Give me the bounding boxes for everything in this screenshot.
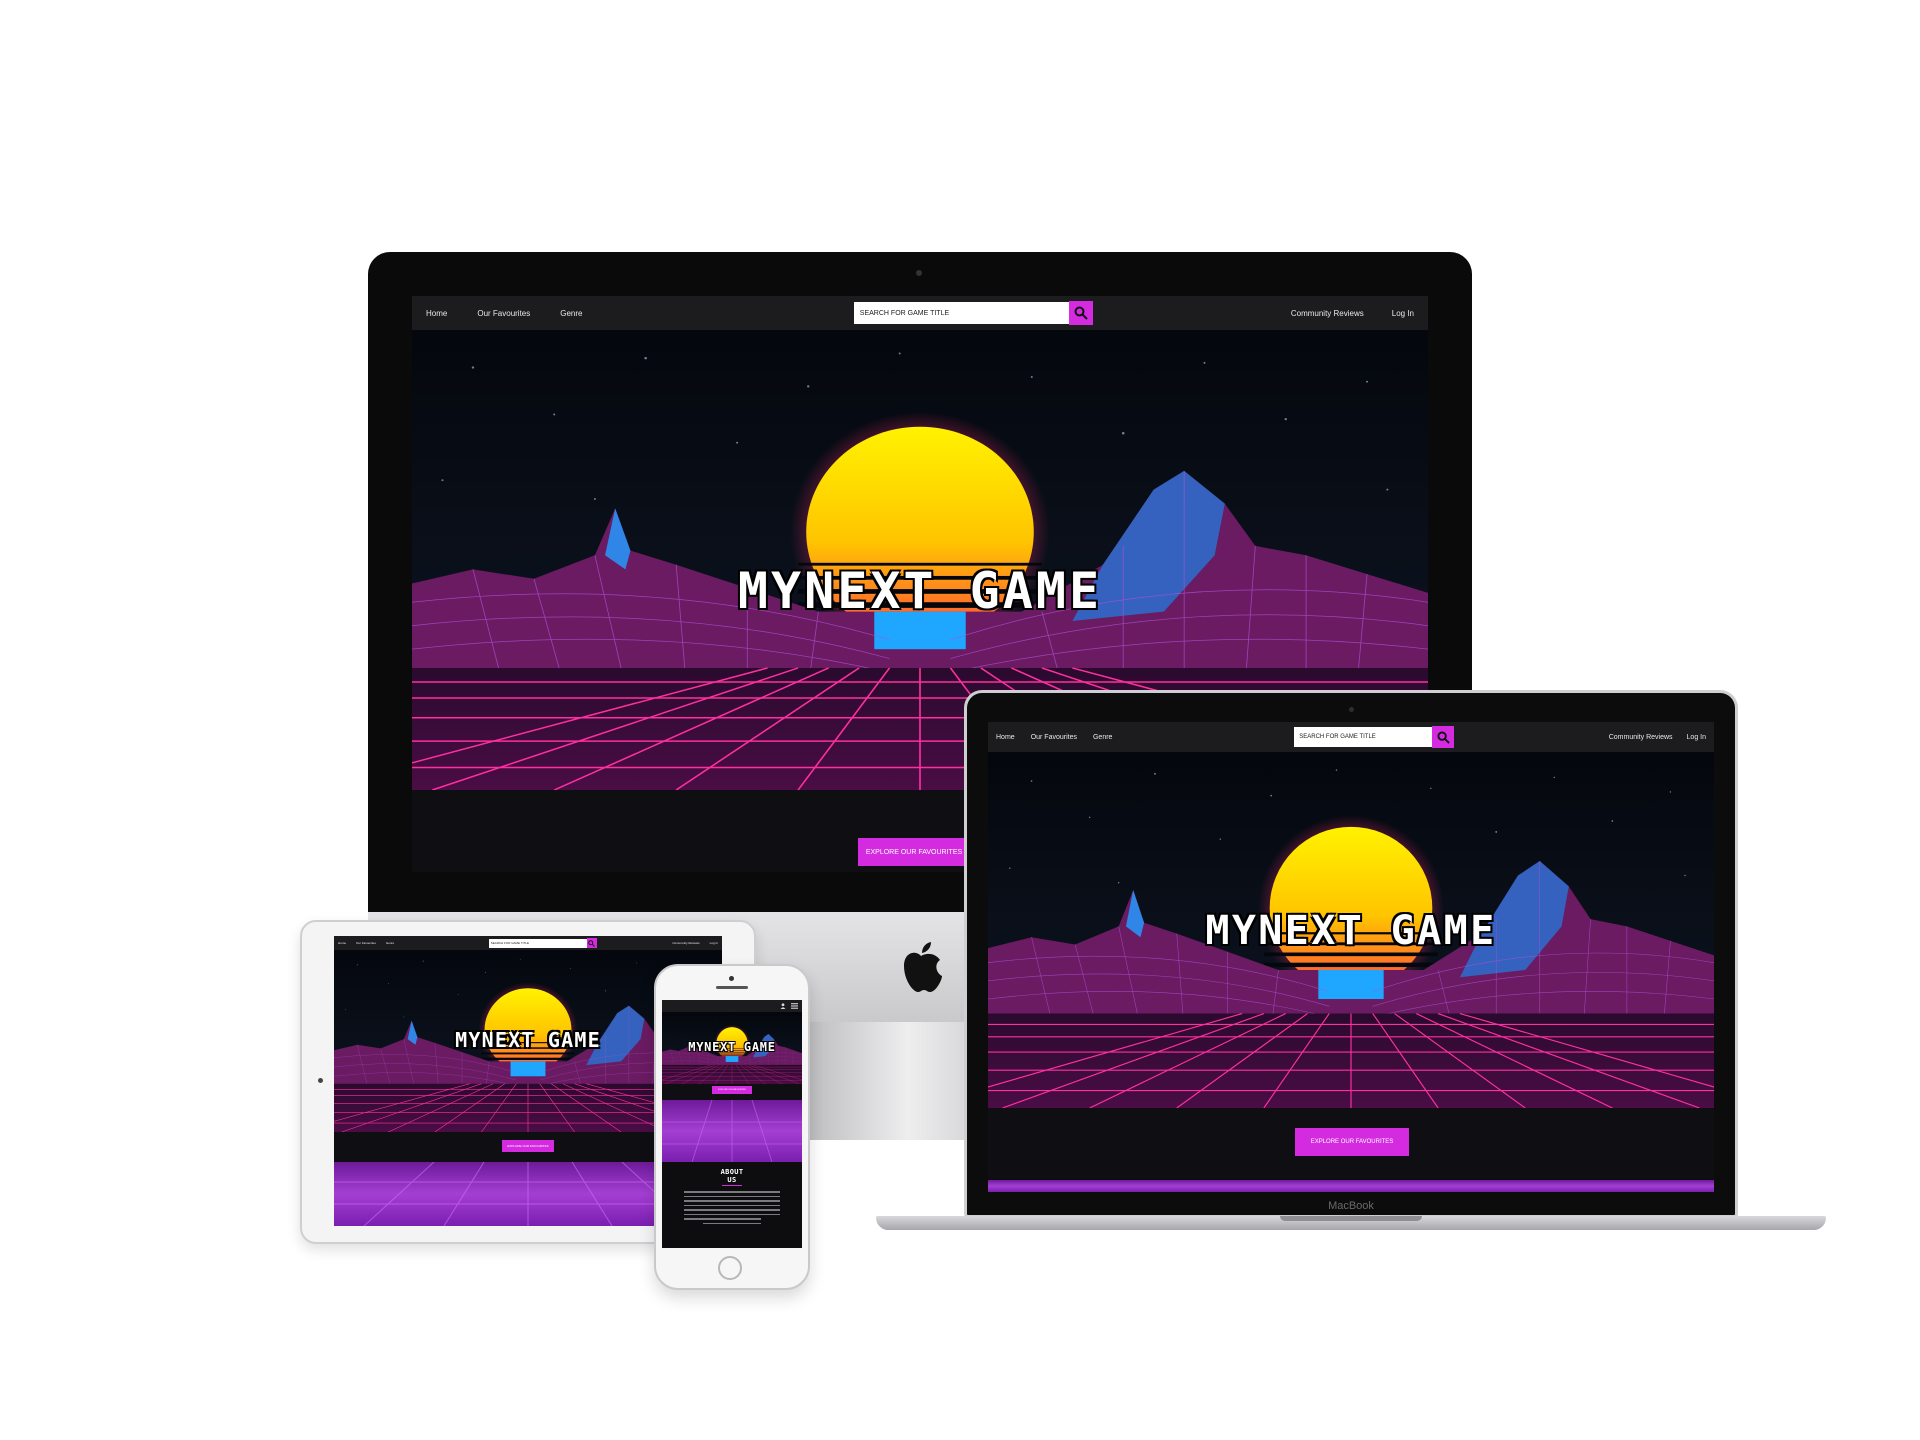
iphone-purple-section — [662, 1100, 802, 1162]
macbook-brand-label: MacBook — [1328, 1200, 1374, 1212]
macbook-device: MacBook Home Our Favourites Genre SEARCH… — [876, 690, 1826, 1240]
iphone-speaker — [716, 986, 748, 989]
explore-favourites-button[interactable]: EXPLORE OUR FAVOURITES — [502, 1140, 554, 1152]
nav-login-link[interactable]: Log In — [710, 941, 718, 945]
iphone-website-screen: MYNEXT GAME EXPLORE OUR FAVOURITES ABOUT… — [662, 1000, 802, 1248]
camera-icon — [729, 976, 734, 981]
nav-community-link[interactable]: Community Reviews — [672, 941, 699, 945]
nav-genre-link[interactable]: Genre — [560, 309, 582, 318]
nav-community-link[interactable]: Community Reviews — [1609, 734, 1673, 741]
macbook-navbar: Home Our Favourites Genre SEARCH FOR GAM… — [988, 722, 1714, 752]
about-us-underline — [722, 1185, 742, 1186]
iphone-hero-banner: MYNEXT GAME — [662, 1012, 802, 1084]
macbook-hero-banner: MYNEXT GAME — [988, 752, 1714, 1108]
camera-icon — [916, 270, 922, 276]
search-input[interactable]: SEARCH FOR GAME TITLE — [853, 302, 1069, 324]
explore-favourites-button[interactable]: EXPLORE OUR FAVOURITES — [712, 1086, 752, 1094]
search-input[interactable]: SEARCH FOR GAME TITLE — [1294, 727, 1433, 747]
search-icon — [588, 939, 596, 947]
search-input[interactable]: SEARCH FOR GAME TITLE — [488, 938, 587, 948]
about-us-title-line2: US — [727, 1176, 737, 1184]
macbook-purple-section — [988, 1180, 1714, 1192]
nav-favourites-link[interactable]: Our Favourites — [1031, 734, 1077, 741]
search-icon — [1074, 306, 1088, 320]
nav-home-link[interactable]: Home — [996, 734, 1015, 741]
about-us-section: ABOUT US — [662, 1162, 802, 1248]
camera-icon — [1349, 707, 1354, 712]
nav-login-link[interactable]: Log In — [1687, 734, 1706, 741]
about-us-body-placeholder — [684, 1191, 780, 1224]
explore-favourites-button[interactable]: EXPLORE OUR FAVOURITES — [1295, 1128, 1409, 1156]
menu-icon[interactable] — [791, 1003, 798, 1009]
macbook-website-screen: Home Our Favourites Genre SEARCH FOR GAM… — [988, 722, 1714, 1192]
iphone-navbar — [662, 1000, 802, 1012]
search-button[interactable] — [1432, 726, 1455, 748]
search-icon — [1437, 730, 1450, 744]
search-bar: SEARCH FOR GAME TITLE — [488, 938, 597, 948]
hero-title: MYNEXT GAME — [737, 562, 1103, 620]
nav-favourites-link[interactable]: Our Favourites — [477, 309, 530, 318]
nav-home-link[interactable]: Home — [338, 941, 346, 945]
search-bar: SEARCH FOR GAME TITLE — [1294, 726, 1455, 748]
about-us-title-line1: ABOUT — [720, 1168, 744, 1176]
nav-community-link[interactable]: Community Reviews — [1291, 309, 1364, 318]
search-button[interactable] — [1068, 301, 1093, 325]
imac-navbar: Home Our Favourites Genre SEARCH FOR GAM… — [412, 296, 1428, 330]
camera-icon — [318, 1078, 323, 1083]
home-button-icon[interactable] — [718, 1256, 742, 1280]
search-button[interactable] — [586, 938, 597, 948]
purple-grid-decoration — [662, 1100, 802, 1162]
nav-genre-link[interactable]: Genre — [386, 941, 394, 945]
hero-title: MYNEXT GAME — [688, 1040, 776, 1054]
iphone-device: MYNEXT GAME EXPLORE OUR FAVOURITES ABOUT… — [654, 964, 810, 1290]
user-icon[interactable] — [780, 1003, 786, 1009]
nav-login-link[interactable]: Log In — [1392, 309, 1414, 318]
ipad-navbar: Home Our Favourites Genre SEARCH FOR GAM… — [334, 936, 722, 950]
nav-home-link[interactable]: Home — [426, 309, 447, 318]
nav-favourites-link[interactable]: Our Favourites — [356, 941, 376, 945]
hero-title: MYNEXT GAME — [1205, 908, 1497, 954]
search-bar: SEARCH FOR GAME TITLE — [853, 301, 1093, 325]
nav-genre-link[interactable]: Genre — [1093, 734, 1112, 741]
macbook-notch — [1280, 1216, 1422, 1221]
